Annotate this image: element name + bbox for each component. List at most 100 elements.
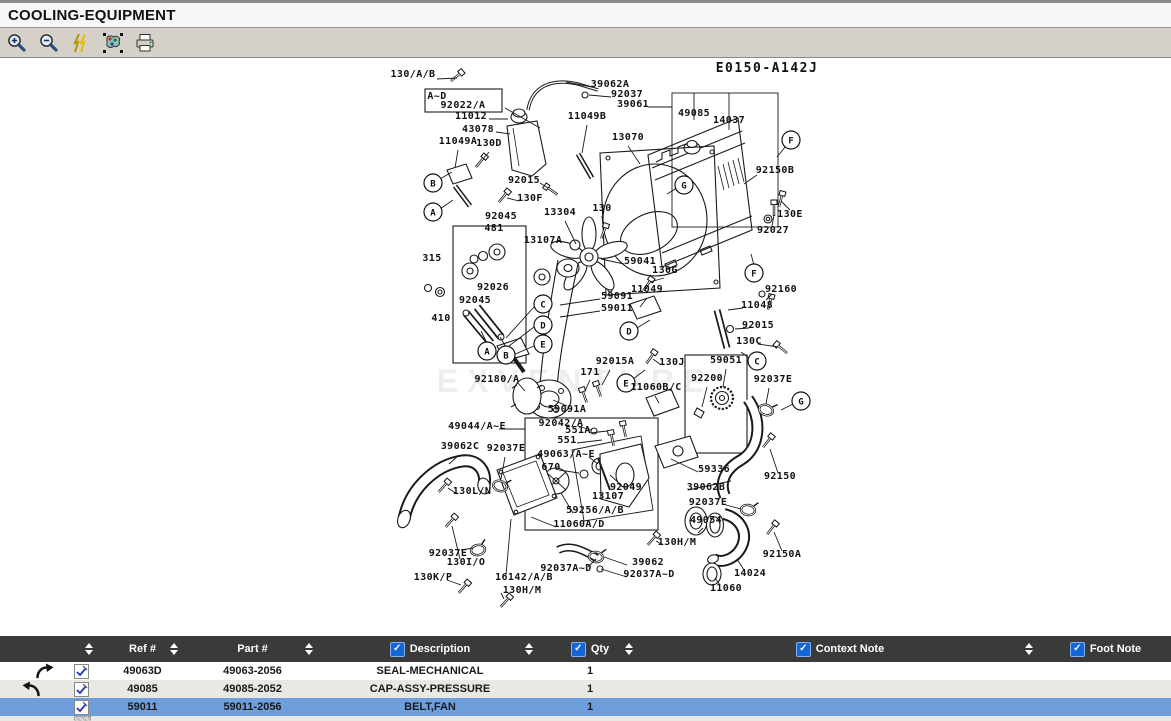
part-label[interactable]: 130H/M — [503, 585, 542, 596]
column-header — [0, 636, 100, 662]
row-note-cell[interactable] — [62, 698, 100, 716]
part-label[interactable]: 130/A/B — [391, 69, 436, 80]
part-label[interactable]: 92037A~D — [540, 563, 591, 574]
part-label[interactable]: 13107 — [592, 491, 624, 502]
part-label[interactable]: 92150A — [763, 549, 802, 560]
table-row-partial[interactable] — [0, 716, 1171, 721]
part-label[interactable]: 92037A~D — [623, 569, 674, 580]
part-label[interactable]: 130F — [517, 193, 543, 204]
part-label[interactable]: 92045 — [485, 211, 517, 222]
part-label[interactable]: 13304 — [544, 207, 576, 218]
part-label[interactable]: 92150 — [764, 471, 796, 482]
part-label[interactable]: 92180/A — [475, 374, 520, 385]
part-label[interactable]: 130D — [476, 138, 502, 149]
part-label[interactable]: 92200 — [691, 373, 723, 384]
part-label[interactable]: 171 — [580, 367, 599, 378]
part-label[interactable]: 13070 — [612, 132, 644, 143]
part-label[interactable]: 49063/A~E — [537, 449, 595, 460]
part-label[interactable]: 92015 — [508, 175, 540, 186]
part-label[interactable]: 130G — [652, 265, 678, 276]
column-checkbox[interactable]: ✓ — [571, 642, 586, 657]
sort-control[interactable] — [170, 643, 178, 655]
lightning-icon — [70, 32, 92, 54]
part-label[interactable]: 130H/M — [658, 537, 697, 548]
part-label[interactable]: 11048 — [741, 300, 773, 311]
page-title: COOLING-EQUIPMENT — [8, 7, 176, 24]
column-checkbox[interactable]: ✓ — [1070, 642, 1085, 657]
row-nav-cell[interactable] — [0, 680, 62, 698]
part-label[interactable]: 11060B/C — [630, 382, 681, 393]
sort-control[interactable] — [525, 643, 533, 655]
part-label[interactable]: 39061 — [617, 99, 649, 110]
flash-hotspots-button[interactable] — [68, 31, 94, 55]
part-label[interactable]: 315 — [422, 253, 441, 264]
hotspot-map-button[interactable] — [100, 31, 126, 55]
sort-control[interactable] — [305, 643, 313, 655]
part-label[interactable]: 92037E — [689, 497, 728, 508]
part-label[interactable]: 13107A — [524, 235, 563, 246]
row-note-cell[interactable] — [62, 680, 100, 698]
parts-table-body: 49063D49063-2056SEAL-MECHANICAL149085490… — [0, 662, 1171, 716]
part-label[interactable]: 39062B — [687, 482, 726, 493]
part-label[interactable]: 11012 — [455, 111, 487, 122]
part-label[interactable]: 92015A — [596, 356, 635, 367]
part-label[interactable]: 59091A — [548, 404, 587, 415]
part-label[interactable]: 39062C — [441, 441, 480, 452]
part-label[interactable]: 11060 — [710, 583, 742, 594]
zoom-out-button[interactable] — [36, 31, 62, 55]
part-label[interactable]: 59051 — [710, 355, 742, 366]
part-label[interactable]: 14037 — [713, 115, 745, 126]
part-label[interactable]: 130L/N — [453, 486, 492, 497]
table-row[interactable]: 49063D49063-2056SEAL-MECHANICAL1 — [0, 662, 1171, 680]
sort-control[interactable] — [1025, 643, 1033, 655]
part-label[interactable]: 14024 — [734, 568, 766, 579]
sort-control[interactable] — [85, 643, 93, 655]
part-label[interactable]: 49085 — [678, 108, 710, 119]
part-label[interactable]: 92027 — [757, 225, 789, 236]
column-header: Ref # — [100, 636, 185, 662]
part-label[interactable]: 59091 — [601, 291, 633, 302]
part-label[interactable]: 130E — [777, 209, 803, 220]
part-label[interactable]: 551 — [557, 435, 576, 446]
row-nav-cell — [0, 698, 62, 716]
part-label[interactable]: 92022/A — [441, 100, 486, 111]
part-label[interactable]: 481 — [484, 223, 503, 234]
cell-context_note — [640, 680, 1040, 698]
part-label[interactable]: 130C — [736, 336, 762, 347]
row-nav-cell[interactable] — [0, 662, 62, 680]
table-row[interactable]: 5901159011-2056BELT,FAN1 — [0, 698, 1171, 716]
column-checkbox[interactable]: ✓ — [796, 642, 811, 657]
table-row[interactable]: 4908549085-2052CAP-ASSY-PRESSURE1 — [0, 680, 1171, 698]
part-label[interactable]: 92150B — [756, 165, 795, 176]
part-label[interactable]: 11049A — [439, 136, 478, 147]
part-label[interactable]: 49044/A~E — [448, 421, 506, 432]
part-label[interactable]: 92037E — [487, 443, 526, 454]
part-label[interactable]: 92037E — [754, 374, 793, 385]
part-label[interactable]: 11060A/D — [553, 519, 604, 530]
print-button[interactable] — [132, 31, 158, 55]
part-label[interactable]: 11049 — [631, 284, 663, 295]
part-label[interactable]: 670 — [541, 462, 560, 473]
part-label[interactable]: 130J — [659, 357, 685, 368]
part-label[interactable]: 59256/A/B — [566, 505, 624, 516]
part-label[interactable]: 59011 — [601, 303, 633, 314]
callout-letter: G — [675, 176, 693, 194]
part-label[interactable]: 59336 — [698, 464, 730, 475]
part-label[interactable]: 39062 — [632, 557, 664, 568]
part-label[interactable]: 92015 — [742, 320, 774, 331]
part-label[interactable]: 130 — [592, 203, 611, 214]
part-label[interactable]: 43078 — [462, 124, 494, 135]
part-label[interactable]: 92045 — [459, 295, 491, 306]
callout-letter: F — [745, 264, 763, 282]
part-label[interactable]: 130I/O — [447, 557, 486, 568]
sort-control[interactable] — [625, 643, 633, 655]
part-label[interactable]: 11049B — [568, 111, 607, 122]
part-label[interactable]: 92160 — [765, 284, 797, 295]
column-checkbox[interactable]: ✓ — [390, 642, 405, 657]
part-label[interactable]: 410 — [431, 313, 450, 324]
part-label[interactable]: 130K/P — [414, 572, 453, 583]
zoom-in-button[interactable] — [4, 31, 30, 55]
part-label[interactable]: 49054 — [690, 515, 722, 526]
row-note-cell[interactable] — [62, 662, 100, 680]
part-label[interactable]: 92026 — [477, 282, 509, 293]
